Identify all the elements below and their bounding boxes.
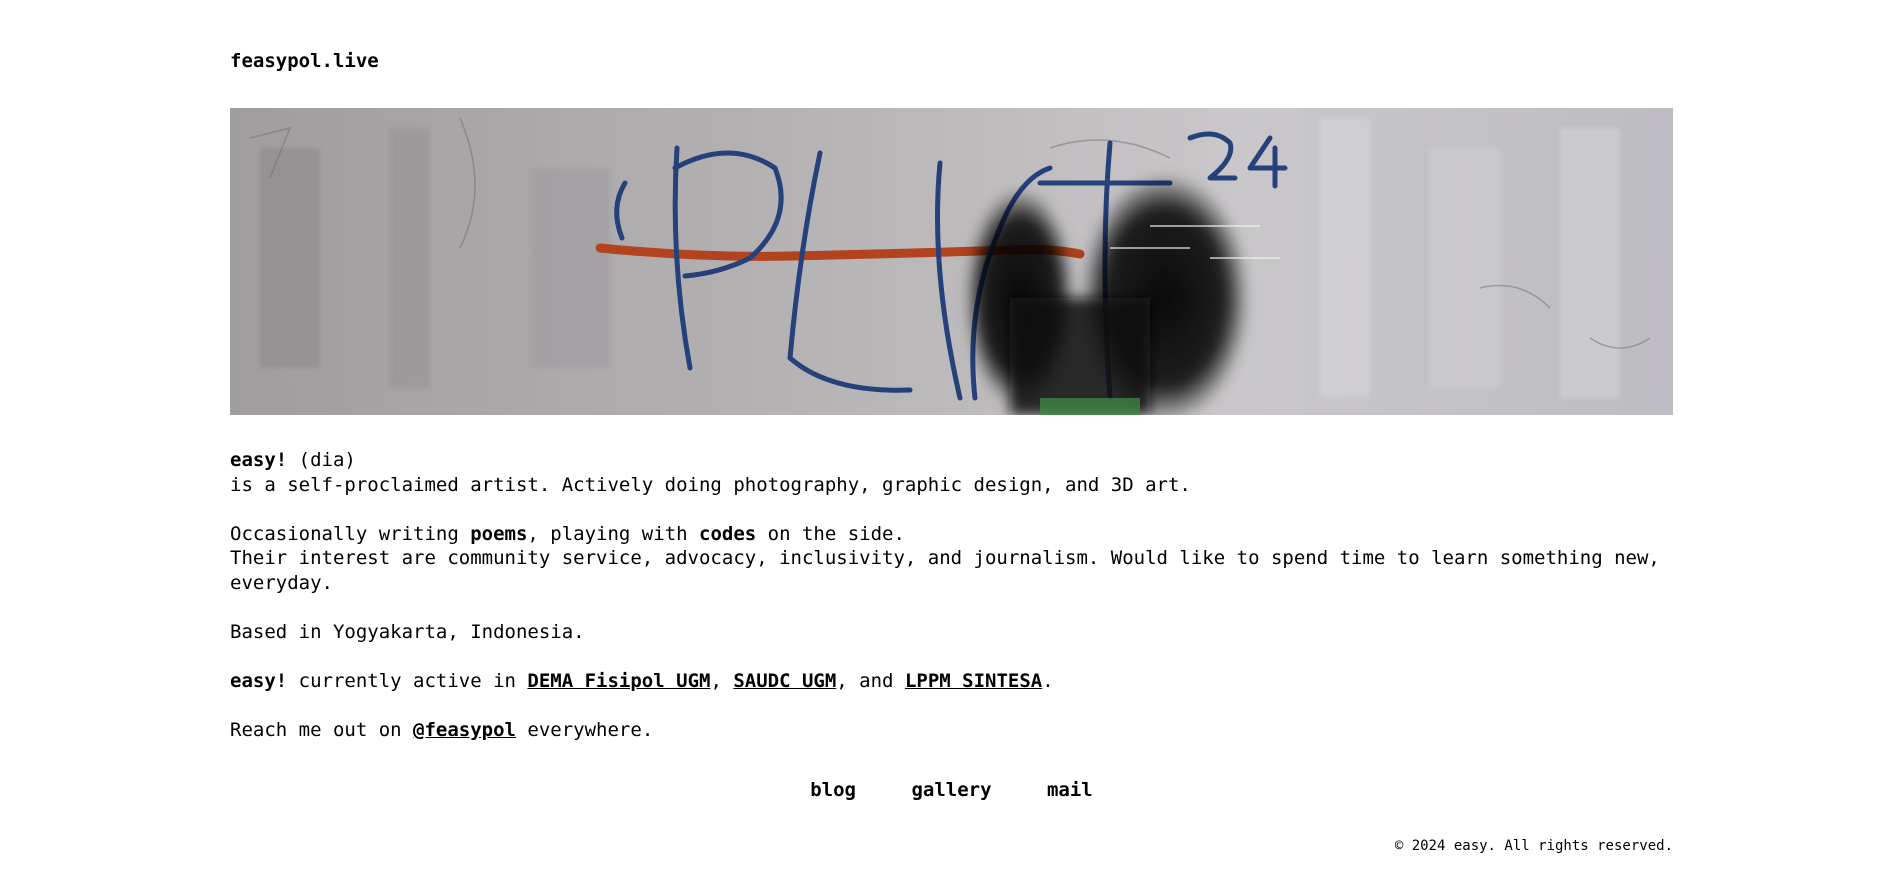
bio-name-line: easy! (dia) [230,448,1673,473]
site-title-link[interactable]: feasypol.live [230,50,379,72]
bio-location: Based in Yogyakarta, Indonesia. [230,620,585,643]
bio-hobbies: Occasionally writing poems, playing with… [230,522,905,545]
nav-gallery[interactable]: gallery [911,779,991,801]
bio-pronoun: (dia) [287,449,356,471]
banner-image [230,108,1673,415]
bio-interests: Their interest are community service, ad… [230,547,1660,594]
footer-nav: blog gallery mail [230,779,1673,801]
nav-mail[interactable]: mail [1047,779,1093,801]
bio-description: is a self-proclaimed artist. Actively do… [230,473,1191,496]
bio-poems: poems [470,522,528,545]
bio-name: easy! [230,449,288,471]
bio-contact: Reach me out on @feasypol everywhere. [230,718,654,741]
link-handle[interactable]: @feasypol [413,719,516,741]
copyright-notice: © 2024 easy. All rights reserved. [1394,838,1673,854]
nav-blog[interactable]: blog [810,779,856,801]
bio-name-2: easy! [230,669,288,692]
bio-codes: codes [699,522,757,545]
link-lppm-sintesa[interactable]: LPPM SINTESA [905,670,1042,692]
link-saudc[interactable]: SAUDC UGM [733,670,836,692]
bio-organizations: easy! currently active in DEMA Fisipol U… [230,669,1054,692]
bio-section: easy! (dia) is a self-proclaimed artist.… [230,448,1673,742]
link-dema-fisipol[interactable]: DEMA Fisipol UGM [527,670,710,692]
graffiti-wall-photo [230,108,1673,415]
